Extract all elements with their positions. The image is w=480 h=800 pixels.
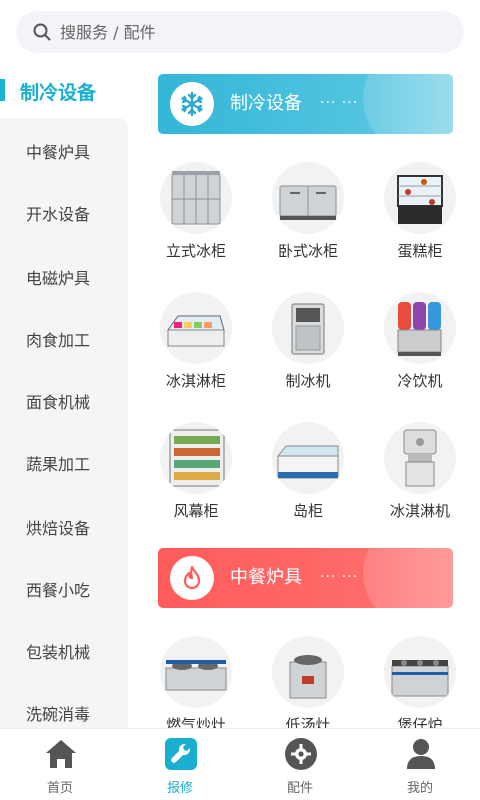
product-label: 风幕柜	[173, 502, 219, 520]
snowflake-icon	[170, 82, 214, 126]
flame-icon	[170, 556, 214, 600]
undercounter-freezer-icon	[272, 162, 344, 234]
banner-decoration	[363, 548, 453, 608]
product-item[interactable]: 冰淇淋机	[364, 422, 476, 532]
product-label: 岛柜	[292, 502, 323, 520]
product-label: 蛋糕柜	[397, 242, 443, 260]
home-icon	[44, 737, 78, 771]
search-icon	[32, 22, 52, 42]
product-item[interactable]: 立式冰柜	[140, 162, 252, 272]
product-item[interactable]: 风幕柜	[140, 422, 252, 532]
product-item[interactable]: 蛋糕柜	[364, 162, 476, 272]
tab-label: 首页	[46, 781, 73, 796]
more-indicator: ··· ···	[320, 95, 359, 111]
product-label: 立式冰柜	[165, 242, 226, 260]
drink-dispenser-icon	[384, 292, 456, 364]
user-icon	[404, 737, 438, 771]
product-label: 冰淇淋机	[389, 502, 450, 520]
product-label: 冷饮机	[397, 372, 443, 390]
section-banner-refrigeration[interactable]: 制冷设备 ··· ···	[158, 74, 453, 134]
product-item[interactable]: 低汤灶	[252, 636, 364, 728]
sidebar-item[interactable]: 肉食加工	[0, 308, 128, 370]
section-banner-chinese-stoves[interactable]: 中餐炉具 ··· ···	[158, 548, 453, 608]
sidebar-item[interactable]: 开水设备	[0, 182, 128, 244]
sidebar-item[interactable]: 洗碗消毒	[0, 682, 128, 728]
active-indicator	[0, 79, 5, 101]
sidebar-item[interactable]: 中餐炉具	[0, 120, 128, 182]
bottom-tab-bar: 首页 报修 配件 我的	[0, 728, 480, 800]
product-item[interactable]: 制冰机	[252, 292, 364, 402]
sidebar-item[interactable]: 电磁炉具	[0, 246, 128, 308]
section-title: 中餐炉具	[230, 567, 302, 588]
search-box[interactable]	[16, 11, 464, 53]
sidebar-item[interactable]: 蔬果加工	[0, 432, 128, 494]
tab-mine[interactable]: 我的	[360, 729, 480, 800]
tab-repair[interactable]: 报修	[120, 729, 240, 800]
soup-stove-icon	[272, 636, 344, 708]
more-indicator: ··· ···	[320, 569, 359, 585]
tab-label: 报修	[166, 781, 193, 796]
product-label: 煲仔炉	[397, 716, 443, 728]
search-input[interactable]	[60, 22, 440, 42]
wrench-icon	[164, 737, 198, 771]
cake-display-icon	[384, 162, 456, 234]
air-curtain-cabinet-icon	[160, 422, 232, 494]
island-freezer-icon	[272, 422, 344, 494]
product-label: 制冰机	[285, 372, 331, 390]
app: 制冷设备 中餐炉具 开水设备 电磁炉具 肉食加工 面食机械 蔬果加工 烘焙设备 …	[0, 0, 480, 800]
sidebar-item[interactable]: 包装机械	[0, 620, 128, 682]
product-content: 制冷设备 ··· ··· 立式冰柜 卧式冰柜 蛋糕柜 冰淇淋柜 制冰机 冷饮机 …	[128, 64, 480, 728]
soft-serve-machine-icon	[384, 422, 456, 494]
product-item[interactable]: 冰淇淋柜	[140, 292, 252, 402]
sidebar-item[interactable]: 面食机械	[0, 370, 128, 432]
sidebar-list: 中餐炉具 开水设备 电磁炉具 肉食加工 面食机械 蔬果加工 烘焙设备 西餐小吃 …	[0, 118, 128, 728]
gas-wok-stove-icon	[160, 636, 232, 708]
gear-icon	[284, 737, 318, 771]
sidebar-item[interactable]: 烘焙设备	[0, 496, 128, 558]
sidebar-item[interactable]: 西餐小吃	[0, 558, 128, 620]
clay-pot-stove-icon	[384, 636, 456, 708]
product-item[interactable]: 岛柜	[252, 422, 364, 532]
ice-maker-icon	[272, 292, 344, 364]
product-label: 低汤灶	[285, 716, 331, 728]
upright-freezer-icon	[160, 162, 232, 234]
product-label: 燃气炒灶	[165, 716, 226, 728]
ice-cream-display-icon	[160, 292, 232, 364]
tab-label: 配件	[286, 781, 313, 796]
product-item[interactable]: 煲仔炉	[364, 636, 476, 728]
tab-home[interactable]: 首页	[0, 729, 120, 800]
sidebar-item-active[interactable]: 制冷设备	[0, 64, 128, 118]
tab-parts[interactable]: 配件	[240, 729, 360, 800]
product-label: 卧式冰柜	[277, 242, 338, 260]
product-label: 冰淇淋柜	[165, 372, 226, 390]
product-item[interactable]: 冷饮机	[364, 292, 476, 402]
product-item[interactable]: 卧式冰柜	[252, 162, 364, 272]
category-sidebar: 制冷设备 中餐炉具 开水设备 电磁炉具 肉食加工 面食机械 蔬果加工 烘焙设备 …	[0, 64, 128, 728]
banner-decoration	[363, 74, 453, 134]
search-bar	[0, 0, 480, 64]
product-item[interactable]: 燃气炒灶	[140, 636, 252, 728]
section-title: 制冷设备	[230, 93, 302, 114]
tab-label: 我的	[406, 781, 433, 796]
sidebar-active-label: 制冷设备	[20, 81, 97, 104]
